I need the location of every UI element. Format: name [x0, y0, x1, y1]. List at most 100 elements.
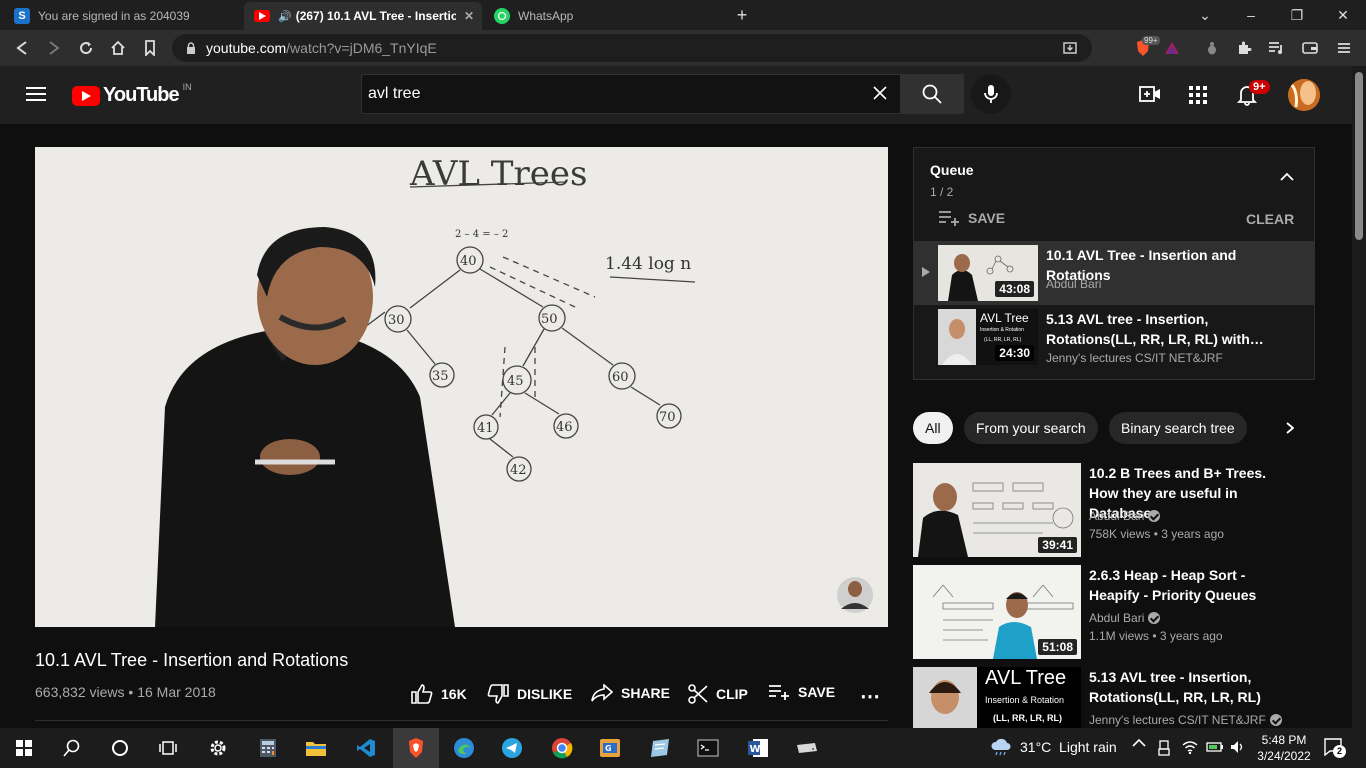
video-player[interactable]: 40 30 50 35 45 60 41 46 70 42 2 – 4 = – …: [35, 147, 888, 627]
queue-clear-button[interactable]: CLEAR: [1246, 211, 1294, 227]
translate-app-icon[interactable]: G: [596, 734, 624, 762]
tab-youtube[interactable]: 🔊 (267) 10.1 AVL Tree - Insertion and Ro…: [244, 2, 482, 30]
thumb-title: AVL Tree: [980, 311, 1029, 325]
word-icon[interactable]: W: [744, 734, 772, 762]
notes-app-icon[interactable]: [646, 734, 674, 762]
volume-icon[interactable]: [1230, 740, 1246, 754]
voice-search-button[interactable]: [971, 74, 1011, 114]
video-thumbnail: AVL Tree Insertion & Rotation (LL, RR, L…: [913, 667, 1081, 728]
create-video-icon[interactable]: [1139, 84, 1161, 104]
terminal-icon[interactable]: [694, 734, 722, 762]
chip-all[interactable]: All: [913, 412, 953, 444]
tab-signed-in[interactable]: S You are signed in as 204039: [4, 2, 244, 30]
clear-search-icon[interactable]: [872, 85, 888, 101]
youtube-wordmark: YouTube: [103, 84, 180, 106]
audio-playing-icon[interactable]: 🔊: [278, 10, 292, 23]
verified-check-icon: [1269, 714, 1282, 726]
whatsapp-icon: [494, 8, 510, 24]
restore-button[interactable]: ❐: [1286, 4, 1308, 26]
wifi-icon[interactable]: [1182, 740, 1198, 754]
search-input[interactable]: avl tree: [361, 74, 901, 114]
dislike-button[interactable]: DISLIKE: [487, 684, 572, 704]
svg-text:40: 40: [460, 254, 477, 269]
close-tab-icon[interactable]: ✕: [464, 9, 474, 23]
lock-icon: [186, 42, 196, 54]
brave-browser-icon[interactable]: [393, 728, 439, 768]
reload-button[interactable]: [76, 38, 96, 58]
address-bar[interactable]: youtube.com/watch?v=jDM6_TnYIqE: [172, 34, 1092, 62]
action-center-icon[interactable]: 2: [1324, 738, 1346, 758]
queue-title: Queue: [930, 162, 974, 178]
tray-expand-chevron-icon[interactable]: [1132, 738, 1146, 748]
clock[interactable]: 5:48 PM 3/24/2022: [1256, 732, 1312, 764]
apps-grid-icon[interactable]: [1189, 86, 1207, 104]
chip-binary-search-tree[interactable]: Binary search tree: [1109, 412, 1247, 444]
drive-app-icon[interactable]: [792, 734, 820, 762]
queue-item[interactable]: AVL Tree Insertion & Rotation (LL, RR, L…: [914, 305, 1314, 369]
queue-item[interactable]: 43:08 10.1 AVL Tree - Insertion and Rota…: [914, 241, 1314, 305]
browser-toolbar: youtube.com/watch?v=jDM6_TnYIqE 99+: [0, 30, 1366, 66]
new-tab-button[interactable]: +: [731, 4, 753, 26]
recommendation-item[interactable]: 39:41 10.2 B Trees and B+ Trees. How the…: [913, 463, 1343, 557]
region-code: IN: [182, 81, 192, 92]
hamburger-menu-icon[interactable]: [26, 86, 46, 102]
thumb-subtitle-2: (LL, RR, LR, RL): [984, 337, 1022, 343]
windows-start-icon[interactable]: [10, 734, 38, 762]
like-button[interactable]: 16K: [411, 684, 467, 704]
settings-gear-icon[interactable]: [204, 734, 232, 762]
home-button[interactable]: [108, 38, 128, 58]
svg-text:W: W: [750, 744, 761, 755]
clip-button[interactable]: CLIP: [688, 684, 748, 704]
thumb-subtitle-2: (LL, RR, LR, RL): [993, 713, 1062, 723]
weather-text: 31°C Light rain: [1020, 739, 1117, 755]
recommendation-item[interactable]: 51:08 2.6.3 Heap - Heap Sort - Heapify -…: [913, 565, 1343, 659]
search-button[interactable]: [900, 74, 964, 114]
bookmark-icon[interactable]: [140, 38, 160, 58]
svg-text:50: 50: [541, 312, 558, 327]
chip-from-your-search[interactable]: From your search: [964, 412, 1098, 444]
menu-icon[interactable]: [1334, 38, 1354, 58]
search-icon[interactable]: [58, 734, 86, 762]
chrome-icon[interactable]: [548, 734, 576, 762]
share-button[interactable]: SHARE: [591, 684, 670, 702]
extensions-icon[interactable]: [1234, 38, 1254, 58]
telegram-icon[interactable]: [498, 734, 526, 762]
avatar[interactable]: [1288, 79, 1320, 111]
notifications-bell-icon[interactable]: 9+: [1237, 80, 1270, 106]
install-app-icon[interactable]: [1062, 40, 1078, 56]
calculator-icon[interactable]: [254, 734, 282, 762]
clock-date: 3/24/2022: [1257, 749, 1311, 763]
search-icon: [922, 84, 942, 104]
youtube-logo[interactable]: YouTube IN: [72, 81, 192, 107]
file-explorer-icon[interactable]: [302, 734, 330, 762]
brave-shields-icon[interactable]: 99+: [1128, 36, 1160, 58]
back-button[interactable]: [12, 38, 32, 58]
vscode-icon[interactable]: [352, 734, 380, 762]
weather-widget[interactable]: 31°C Light rain: [990, 738, 1117, 756]
page-scrollbar-thumb[interactable]: [1355, 72, 1363, 240]
queue-position: 1 / 2: [930, 185, 954, 199]
brave-rewards-icon[interactable]: [1162, 38, 1182, 58]
forward-button[interactable]: [44, 38, 64, 58]
save-to-playlist-button[interactable]: SAVE: [768, 684, 835, 700]
battery-icon[interactable]: [1206, 740, 1224, 754]
collapse-chevron-icon[interactable]: [1280, 172, 1294, 182]
edge-icon[interactable]: [450, 734, 478, 762]
recommendation-item[interactable]: AVL Tree Insertion & Rotation (LL, RR, L…: [913, 667, 1343, 728]
task-view-icon[interactable]: [154, 734, 182, 762]
tab-search-chevron-icon[interactable]: ⌄: [1194, 4, 1216, 26]
share-arrow-icon: [591, 684, 621, 702]
video-thumbnail: 39:41: [913, 463, 1081, 557]
wallet-drop-icon[interactable]: [1202, 38, 1222, 58]
minimize-button[interactable]: –: [1240, 4, 1262, 26]
playlist-icon[interactable]: [1266, 38, 1286, 58]
wallet-icon[interactable]: [1300, 38, 1320, 58]
queue-save-button[interactable]: SAVE: [938, 210, 1005, 226]
svg-text:42: 42: [510, 463, 527, 478]
chips-next-chevron-icon[interactable]: [1270, 412, 1310, 444]
more-actions-icon[interactable]: ⋯: [860, 684, 880, 709]
close-window-button[interactable]: ✕: [1332, 4, 1354, 26]
usb-device-icon[interactable]: [1158, 740, 1170, 756]
tab-whatsapp[interactable]: WhatsApp: [484, 2, 720, 30]
cortana-icon[interactable]: [106, 734, 134, 762]
